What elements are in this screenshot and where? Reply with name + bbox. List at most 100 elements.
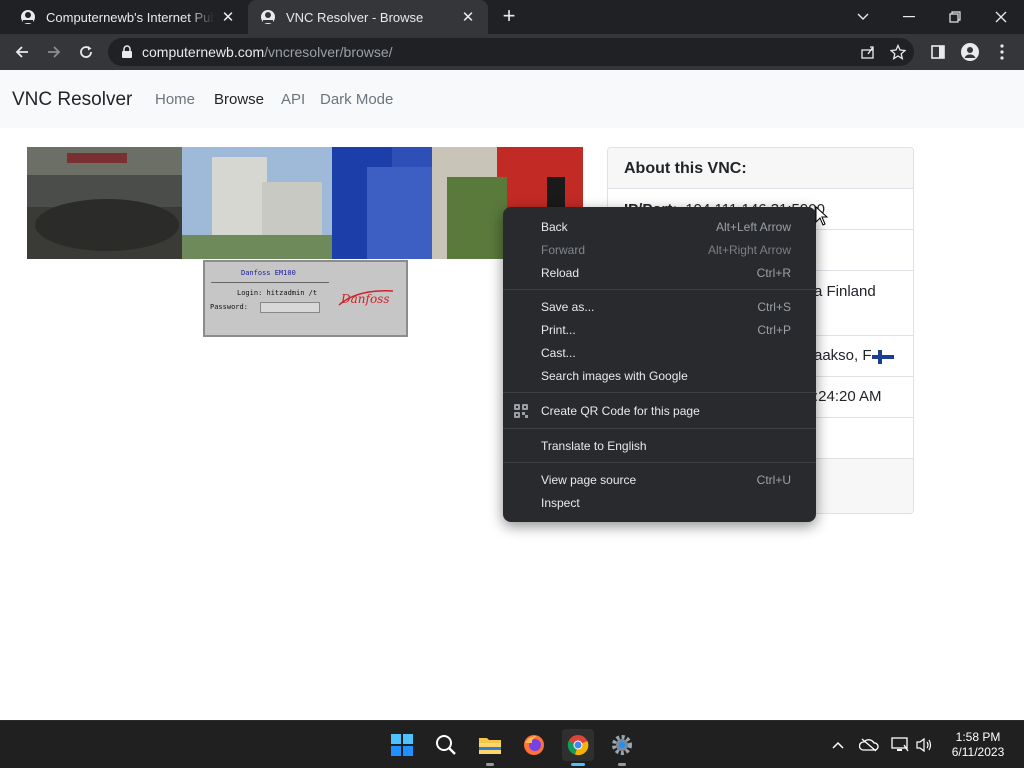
search-icon[interactable]: [430, 729, 462, 761]
onedrive-cloud-icon[interactable]: [857, 733, 881, 757]
menu-item-label: Search images with Google: [541, 369, 688, 383]
svg-text:Danfoss: Danfoss: [340, 292, 390, 306]
menu-item-label: Create QR Code for this page: [541, 404, 700, 418]
tab-close-icon[interactable]: ✕: [460, 9, 476, 26]
clock-date: 6/11/2023: [951, 745, 1005, 759]
context-menu: Back Alt+Left Arrow Forward Alt+Right Ar…: [503, 207, 816, 522]
menu-item-forward[interactable]: Forward Alt+Right Arrow: [503, 239, 816, 262]
windows-taskbar: 1:58 PM 6/11/2023: [0, 720, 1024, 768]
tab-vnc-resolver[interactable]: VNC Resolver - Browse ✕: [248, 0, 488, 34]
windows-start-icon[interactable]: [386, 729, 418, 761]
address-bar[interactable]: computernewb.com/vncresolver/browse/: [108, 38, 914, 66]
computernewb-favicon-icon: [20, 9, 36, 25]
vnc-password-label: Password:: [210, 303, 248, 311]
firefox-icon[interactable]: [518, 729, 550, 761]
vnc-screenshot-banner: [27, 147, 583, 259]
minimize-icon[interactable]: [886, 0, 932, 34]
menu-item-label: Cast...: [541, 346, 576, 360]
lock-icon: [122, 45, 132, 58]
site-brand[interactable]: VNC Resolver: [12, 89, 132, 111]
menu-item-cast[interactable]: Cast...: [503, 342, 816, 365]
menu-separator: [503, 428, 816, 429]
browser-toolbar: computernewb.com/vncresolver/browse/: [0, 34, 1024, 70]
screen: Computernewb's Internet Pub Hu ✕ VNC Res…: [0, 0, 1024, 768]
running-indicator: [618, 763, 626, 766]
chrome-icon[interactable]: [562, 729, 594, 766]
reload-icon[interactable]: [72, 38, 100, 66]
menu-item-label: Print...: [541, 323, 576, 337]
menu-item-shortcut: Ctrl+R: [756, 266, 791, 280]
nav-link-home[interactable]: Home: [155, 91, 195, 108]
finland-flag-icon: [872, 350, 894, 364]
clock-time: 1:58 PM: [955, 730, 1001, 744]
side-panel-icon[interactable]: [924, 38, 952, 66]
menu-item-shortcut: Ctrl+P: [757, 323, 791, 337]
menu-item-shortcut: Ctrl+U: [756, 473, 791, 487]
tab-title: VNC Resolver - Browse: [286, 9, 424, 25]
card-header: About this VNC:: [608, 148, 913, 189]
running-indicator: [486, 763, 494, 766]
tab-internet-pub[interactable]: Computernewb's Internet Pub Hu ✕: [8, 0, 248, 34]
settings-gear-icon[interactable]: [606, 729, 638, 766]
menu-item-label: Reload: [541, 266, 580, 280]
menu-item-save-as[interactable]: Save as... Ctrl+S: [503, 296, 816, 319]
menu-item-shortcut: Alt+Left Arrow: [715, 220, 791, 234]
menu-kebab-icon[interactable]: [988, 38, 1016, 66]
restore-icon[interactable]: [932, 0, 978, 34]
close-window-icon[interactable]: [978, 0, 1024, 34]
vnc-login-window: Danfoss EM100 Login: hitzadmin /t Passwo…: [203, 260, 408, 337]
profile-avatar-icon[interactable]: [956, 38, 984, 66]
menu-item-back[interactable]: Back Alt+Left Arrow: [503, 216, 816, 239]
tab-strip: Computernewb's Internet Pub Hu ✕ VNC Res…: [0, 0, 1024, 34]
menu-item-print[interactable]: Print... Ctrl+P: [503, 319, 816, 342]
nav-link-dark-mode[interactable]: Dark Mode: [320, 91, 393, 108]
vnc-divider: [211, 282, 329, 283]
url-path: /vncresolver/browse/: [264, 44, 393, 60]
menu-item-label: Save as...: [541, 300, 595, 314]
back-arrow-icon[interactable]: [8, 38, 36, 66]
vnc-password-field: [260, 302, 320, 313]
time-text: :24:20 AM: [814, 388, 882, 405]
menu-separator: [503, 462, 816, 463]
tab-search-chevron-icon[interactable]: [840, 0, 886, 34]
nav-link-api[interactable]: API: [281, 91, 305, 108]
vnc-window-title: Danfoss EM100: [241, 269, 296, 277]
menu-item-label: Forward: [541, 243, 586, 257]
tab-title: Computernewb's Internet Pub Hu: [46, 9, 214, 25]
computernewb-favicon-icon: [260, 9, 276, 25]
city-text: aakso, FI: [814, 347, 876, 364]
menu-separator: [503, 289, 816, 290]
share-icon[interactable]: [860, 44, 876, 65]
network-icon[interactable]: [888, 733, 912, 757]
menu-item-reload[interactable]: Reload Ctrl+R: [503, 262, 816, 285]
show-hidden-icons-chevron-icon[interactable]: [826, 733, 850, 757]
bookmark-star-icon[interactable]: [889, 43, 907, 65]
menu-item-shortcut: Ctrl+S: [757, 300, 791, 314]
menu-item-translate[interactable]: Translate to English: [503, 435, 816, 458]
forward-arrow-icon[interactable]: [40, 38, 68, 66]
active-indicator: [571, 763, 585, 766]
danfoss-logo: Danfoss: [338, 290, 394, 306]
menu-item-shortcut: Alt+Right Arrow: [707, 243, 791, 257]
menu-separator: [503, 392, 816, 393]
menu-item-label: Translate to English: [541, 439, 647, 453]
site-navbar: VNC Resolver Home Browse API Dark Mode: [0, 70, 1024, 128]
url-host: computernewb.com: [142, 44, 265, 60]
country-text: a Finland: [814, 283, 876, 300]
volume-icon[interactable]: [912, 733, 936, 757]
menu-item-search-images[interactable]: Search images with Google: [503, 365, 816, 388]
menu-item-view-source[interactable]: View page source Ctrl+U: [503, 469, 816, 492]
mouse-cursor-icon: [815, 206, 829, 226]
vnc-login-line: Login: hitzadmin /t: [237, 289, 318, 297]
menu-item-qr-code[interactable]: Create QR Code for this page: [503, 400, 816, 423]
tab-close-icon[interactable]: ✕: [220, 9, 236, 26]
new-tab-button[interactable]: +: [496, 5, 522, 29]
menu-item-label: View page source: [541, 473, 637, 487]
qr-code-icon: [513, 403, 529, 424]
menu-item-inspect[interactable]: Inspect: [503, 492, 816, 515]
menu-item-label: Back: [541, 220, 568, 234]
file-explorer-icon[interactable]: [474, 729, 506, 766]
system-clock[interactable]: 1:58 PM 6/11/2023: [942, 730, 1014, 760]
menu-item-label: Inspect: [541, 496, 580, 510]
nav-link-browse[interactable]: Browse: [214, 91, 264, 108]
